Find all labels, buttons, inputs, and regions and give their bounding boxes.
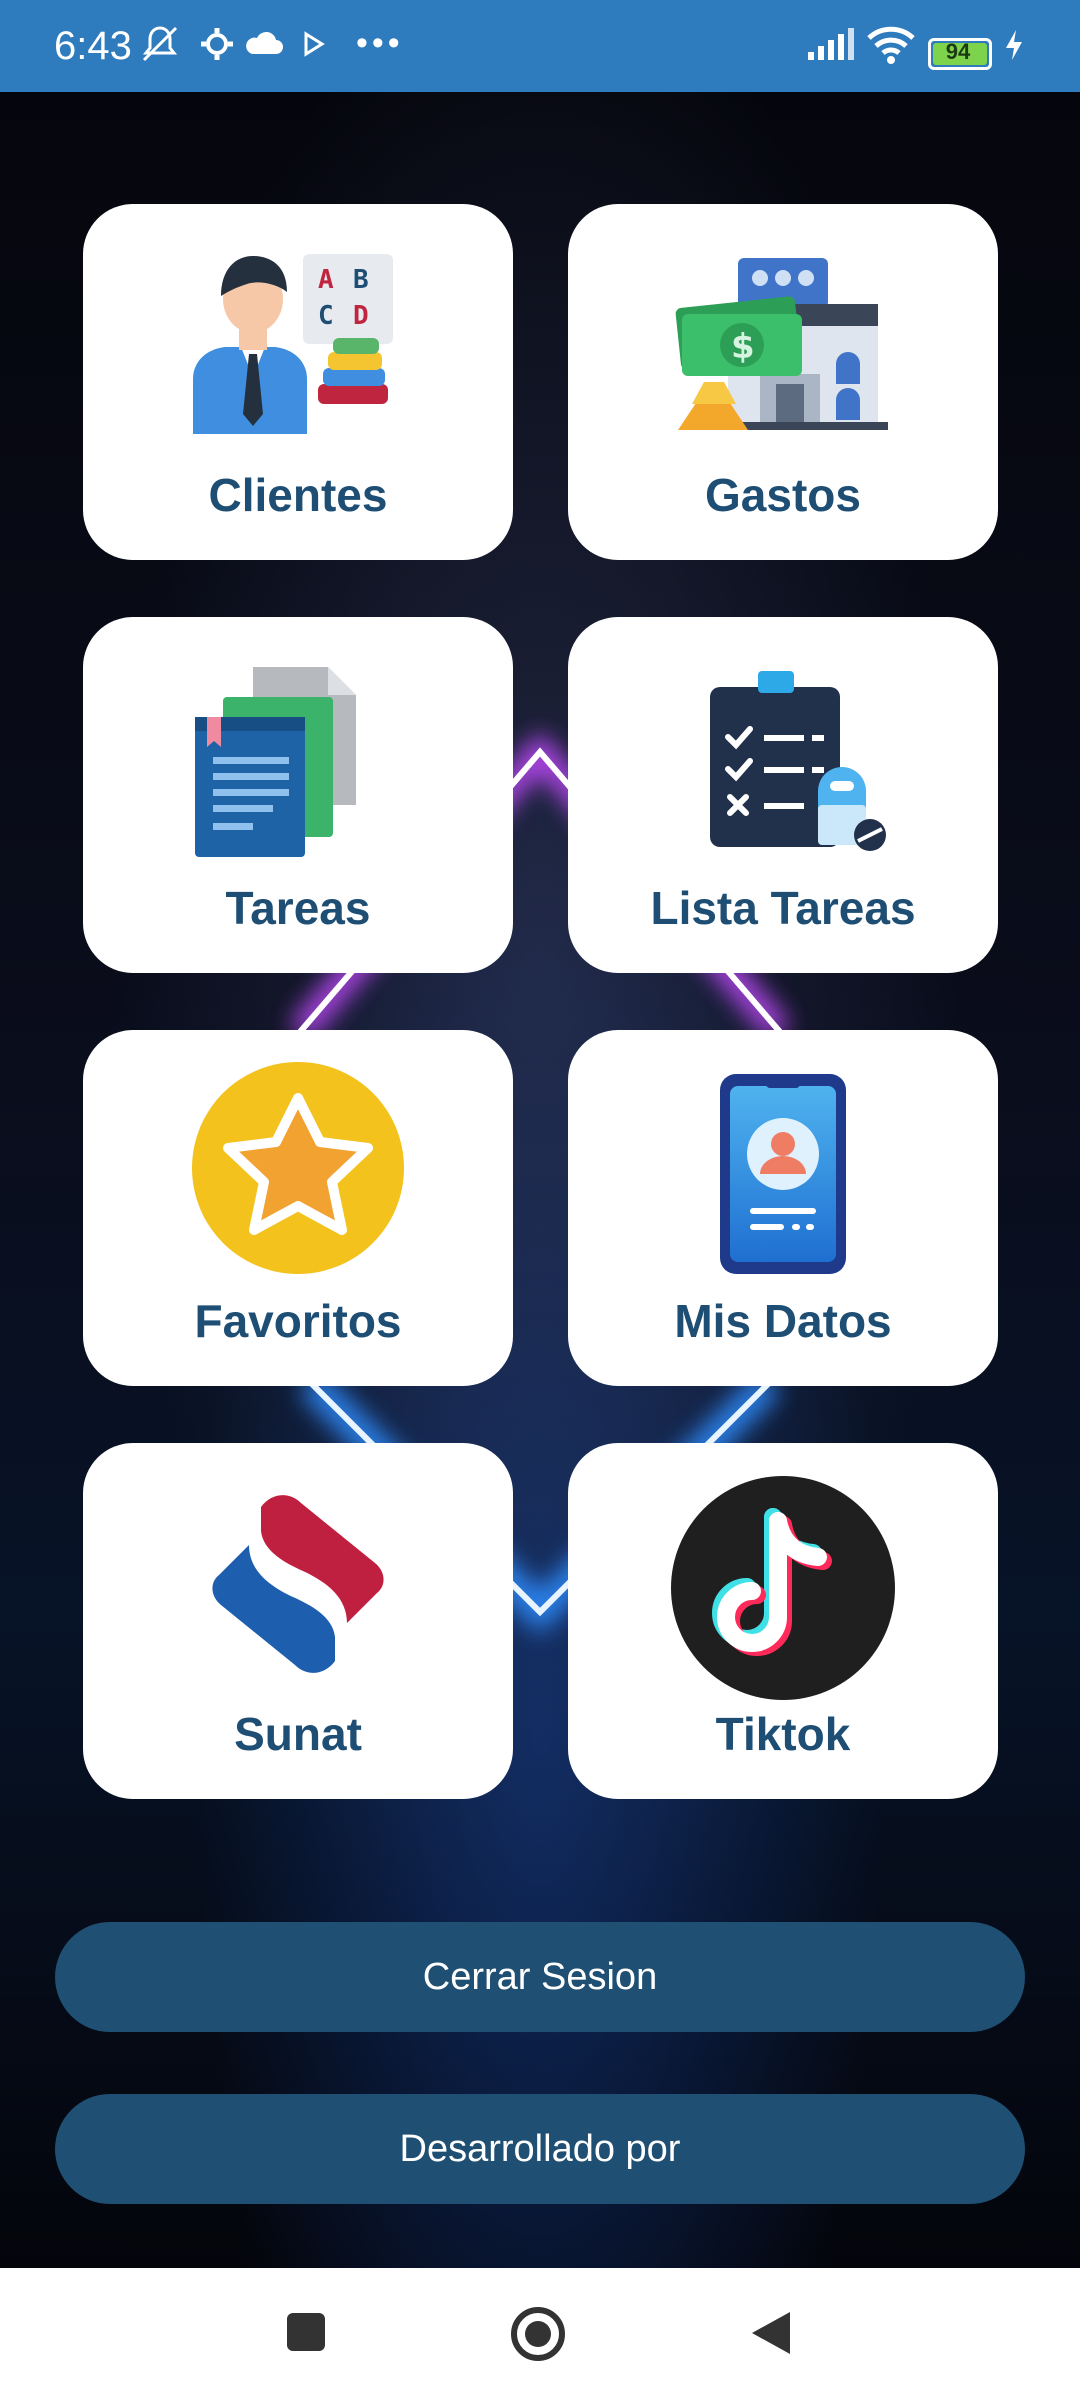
svg-text:B: B [353, 265, 369, 295]
tile-label: Mis Datos [674, 1295, 892, 1347]
svg-text:$: $ [731, 327, 755, 367]
developer-button[interactable]: Desarrollado por [55, 2094, 1025, 2204]
mute-notification-icon [142, 26, 178, 62]
back-triangle-icon[interactable] [750, 2310, 792, 2356]
expenses-icon: $ [675, 258, 888, 430]
tile-label: Tareas [225, 882, 371, 934]
battery-icon: 94 [928, 38, 992, 70]
tile-mis-datos[interactable]: Mis Datos [568, 1030, 998, 1386]
svg-text:C: C [318, 301, 334, 331]
svg-text:A: A [318, 265, 334, 295]
tile-tareas[interactable]: Tareas [83, 617, 513, 973]
tile-label: Sunat [234, 1708, 362, 1760]
home-circle-icon[interactable] [510, 2306, 566, 2362]
logout-button[interactable]: Cerrar Sesion [55, 1922, 1025, 2032]
tile-lista-tareas[interactable]: Lista Tareas [568, 617, 998, 973]
star-icon [192, 1062, 404, 1274]
tile-clientes[interactable]: A B C D Clientes [83, 204, 513, 560]
documents-icon [195, 667, 356, 857]
wifi-icon [867, 26, 915, 64]
play-store-icon [304, 31, 325, 57]
client-icon: A B C D [193, 254, 393, 434]
cloud-icon [246, 31, 283, 54]
tile-gastos[interactable]: $ Gastos [568, 204, 998, 560]
navigation-bar [0, 2268, 1080, 2400]
more-notifications-icon: ••• [356, 24, 404, 62]
recents-square-icon[interactable] [286, 2312, 326, 2352]
signal-icon [808, 28, 854, 60]
status-time: 6:43 [54, 24, 132, 68]
tile-label: Clientes [208, 469, 388, 521]
tile-sunat[interactable]: Sunat [83, 1443, 513, 1799]
sunat-logo-icon [212, 1495, 384, 1673]
tile-label: Favoritos [194, 1295, 402, 1347]
tile-label: Gastos [705, 469, 861, 521]
svg-text:D: D [353, 301, 369, 331]
tile-label: Tiktok [715, 1708, 851, 1760]
profile-phone-icon [720, 1074, 846, 1274]
status-bar: 6:43 ••• 94 [0, 0, 1080, 92]
tile-favoritos[interactable]: Favoritos [83, 1030, 513, 1386]
tile-tiktok[interactable]: Tiktok [568, 1443, 998, 1799]
battery-level: 94 [945, 39, 971, 64]
charging-bolt-icon [1006, 30, 1022, 60]
checklist-icon [710, 671, 886, 851]
tile-label: Lista Tareas [650, 882, 916, 934]
settings-gear-icon [201, 28, 233, 60]
tiktok-logo-icon [671, 1476, 895, 1700]
